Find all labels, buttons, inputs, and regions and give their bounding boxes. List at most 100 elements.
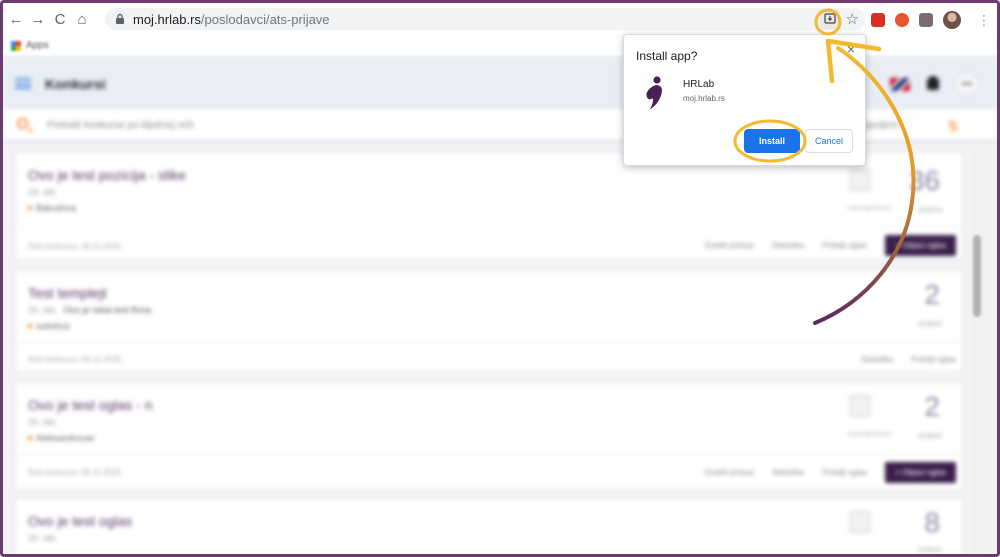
card-divider: [16, 227, 962, 228]
extension-red-icon[interactable]: [871, 13, 885, 27]
applications-label: prijave: [918, 319, 942, 328]
install-app-icon[interactable]: [819, 9, 840, 29]
back-arrow-icon: ←: [8, 10, 24, 28]
job-location: subotica: [28, 321, 70, 331]
sort-icon[interactable]: ⇅: [947, 118, 959, 135]
job-company: Ovo je neka test firma: [63, 305, 152, 315]
close-icon[interactable]: ×: [847, 41, 855, 57]
more-options-button[interactable]: •••: [955, 73, 979, 95]
job-card[interactable]: Ovo je test pozicija - slike 16. okt Bak…: [15, 152, 963, 260]
profile-avatar[interactable]: [943, 11, 961, 29]
apps-label: Apps: [26, 40, 49, 51]
apps-shortcut[interactable]: Apps: [11, 40, 49, 51]
send-ad-link[interactable]: Pošalji oglas: [822, 468, 867, 477]
hamburger-menu-icon[interactable]: [15, 78, 31, 89]
job-deadline: Rok konkursa: 09.11.2020.: [28, 468, 124, 477]
send-ad-link[interactable]: Pošalji oglas: [911, 355, 956, 364]
job-location-text: subotica: [36, 321, 70, 331]
job-title[interactable]: Ovo je test pozicija - slike: [28, 167, 186, 183]
notification-bell-icon[interactable]: [927, 76, 939, 90]
unread-applications-icon: [850, 169, 870, 191]
lock-icon: [113, 12, 127, 26]
forward-button[interactable]: →: [27, 8, 49, 30]
card-actions: Dodeli pristup Statistika Pošalji oglas …: [705, 462, 956, 483]
reload-icon: C: [54, 10, 66, 28]
app-name: HRLab: [683, 79, 715, 90]
install-app-dialog: Install app? × HRLab moj.hrlab.rs Instal…: [623, 34, 866, 166]
scrollbar-thumb[interactable]: [973, 235, 981, 317]
cancel-button[interactable]: Cancel: [805, 129, 853, 153]
applications-label: prijave: [918, 431, 942, 440]
forward-arrow-icon: →: [30, 10, 46, 28]
hrlab-logo-icon: [642, 75, 666, 111]
unread-applications-icon: [850, 511, 870, 533]
extension-grey-icon[interactable]: [919, 13, 933, 27]
job-list: Ovo je test pozicija - slike 16. okt Bak…: [3, 142, 997, 554]
page-title: Konkursi: [45, 76, 106, 92]
address-bar[interactable]: moj.hrlab.rs/poslodavci/ats-prijave ☆: [105, 8, 865, 30]
search-icon: [17, 118, 28, 129]
location-dot-icon: [28, 436, 32, 440]
publish-ad-button[interactable]: + Objavi oglas: [885, 235, 956, 256]
job-location: Aleksandrovac: [28, 433, 95, 443]
url-domain: moj.hrlab.rs: [133, 11, 201, 27]
assign-access-link[interactable]: Dodeli pristup: [705, 241, 754, 250]
job-title[interactable]: Ovo je test oglas: [28, 513, 132, 529]
job-date: 20. okt.: [28, 533, 58, 543]
applications-count: 2: [924, 279, 940, 310]
unread-applications-icon: [850, 395, 870, 417]
screenshot-frame: ← → C ⌂ moj.hrlab.rs/poslodavci/ats-prij…: [0, 0, 1000, 557]
assign-access-link[interactable]: Dodeli pristup: [705, 468, 754, 477]
unread-label: nepregledanih: [847, 431, 892, 438]
job-date: 20. okt.: [28, 417, 58, 427]
more-dots-icon: •••: [961, 78, 973, 90]
send-ad-link[interactable]: Pošalji oglas: [822, 241, 867, 250]
install-button[interactable]: Install: [744, 129, 800, 153]
home-button[interactable]: ⌂: [71, 8, 93, 30]
reload-button[interactable]: C: [49, 8, 71, 30]
browser-menu-icon[interactable]: ⋮: [977, 12, 991, 29]
job-date: 20. okt.: [28, 305, 58, 315]
statistics-link[interactable]: Statistika: [772, 468, 804, 477]
extension-orange-icon[interactable]: [895, 13, 909, 27]
applications-label: prijava: [918, 205, 942, 214]
card-divider: [16, 341, 962, 342]
card-actions: Dodeli pristup Statistika Pošalji oglas …: [705, 235, 956, 256]
app-domain: moj.hrlab.rs: [683, 94, 725, 103]
language-flag-icon[interactable]: [890, 78, 910, 91]
back-button[interactable]: ←: [5, 8, 27, 30]
publish-ad-button[interactable]: + Objavi oglas: [885, 462, 956, 483]
card-actions: Statistika Pošalji oglas: [861, 355, 956, 364]
applications-count: 2: [924, 391, 940, 422]
job-title[interactable]: Ovo je test oglas - n: [28, 397, 153, 413]
search-placeholder: Pretraži konkurse po ključnoj reči: [47, 120, 194, 131]
job-date: 16. okt: [28, 187, 56, 197]
home-icon: ⌂: [77, 10, 87, 28]
applications-label: prijava: [918, 545, 942, 554]
apps-grid-icon: [11, 40, 21, 51]
scrollbar-track[interactable]: [971, 142, 985, 554]
card-divider: [16, 453, 962, 454]
location-dot-icon: [28, 206, 32, 210]
applications-count: 36: [908, 165, 940, 196]
job-location-text: Aleksandrovac: [36, 433, 96, 443]
job-location: Bakudrica: [28, 203, 76, 213]
dialog-title: Install app?: [636, 49, 698, 63]
job-title[interactable]: Test templejt: [28, 285, 107, 301]
applications-count: 8: [924, 507, 940, 538]
job-card[interactable]: Ovo je test oglas 20. okt. 8 prijava: [15, 498, 963, 554]
job-deadline: Rok konkursa: 30.11.2020.: [28, 242, 124, 251]
job-date-company: 20. okt. Ovo je neka test firma: [28, 305, 151, 315]
job-card[interactable]: Test templejt 20. okt. Ovo je neka test f…: [15, 270, 963, 372]
url-path: /poslodavci/ats-prijave: [200, 11, 330, 27]
job-deadline: Rok konkursa: 08.12.2020.: [28, 355, 124, 364]
unread-label: nepregledanih: [847, 205, 892, 212]
url-text: moj.hrlab.rs/poslodavci/ats-prijave: [133, 12, 330, 27]
location-dot-icon: [28, 324, 32, 328]
statistics-link[interactable]: Statistika: [772, 241, 804, 250]
extensions-area: ⋮: [871, 11, 991, 29]
bookmark-star-icon[interactable]: ☆: [846, 10, 859, 28]
statistics-link[interactable]: Statistika: [861, 355, 893, 364]
job-location-text: Bakudrica: [36, 203, 77, 213]
job-card[interactable]: Ovo je test oglas - n 20. okt. Aleksandr…: [15, 382, 963, 490]
